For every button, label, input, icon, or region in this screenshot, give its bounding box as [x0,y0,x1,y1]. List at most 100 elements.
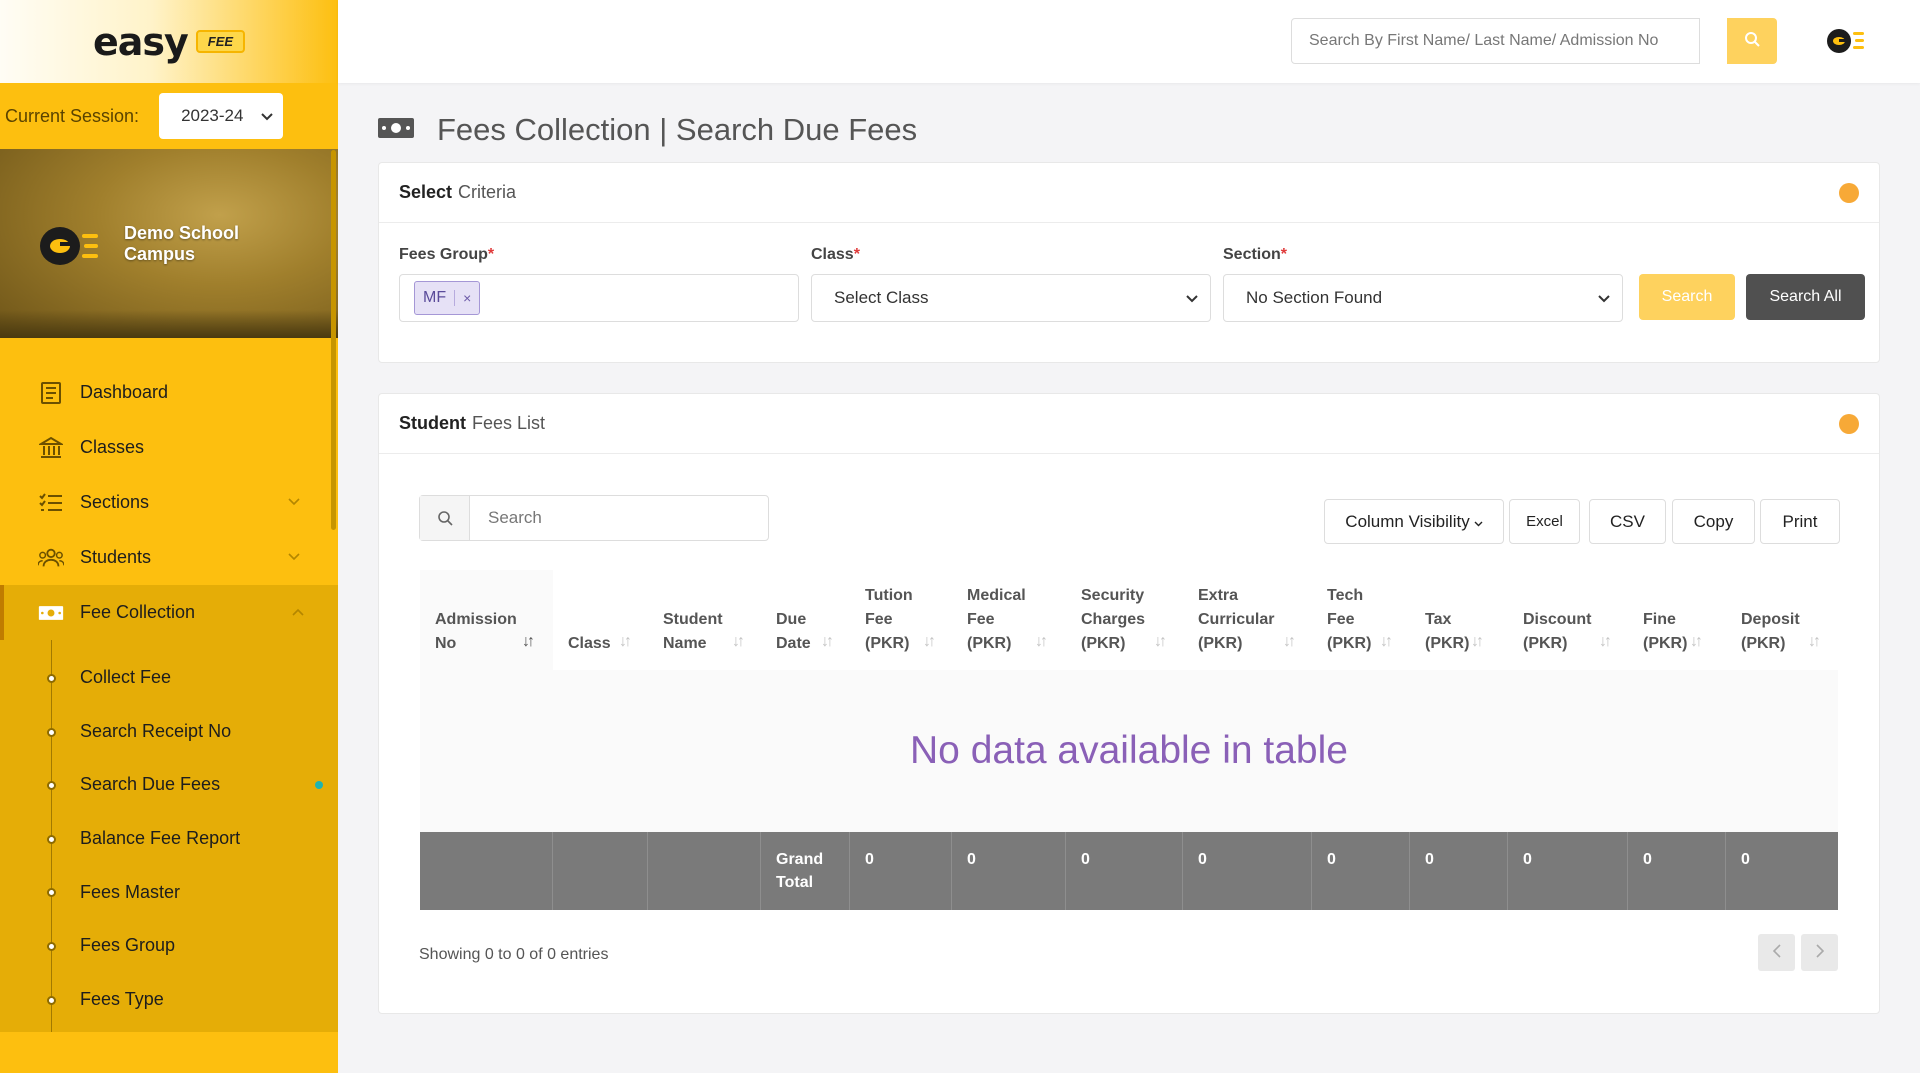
column-header-tution-fee[interactable]: Tution Fee (PKR) ↓↑ [850,570,952,670]
empty-table-message: No data available in table [420,670,1838,832]
sidebar-subitem-label: Fees Type [80,988,164,1009]
bullet-icon [47,781,56,791]
top-search-button[interactable] [1727,18,1777,64]
sidebar-subitem-label: Balance Fee Report [80,828,241,849]
user-avatar-icon[interactable] [1826,24,1866,58]
sidebar-item-label: Students [80,547,152,567]
sidebar-subitem-balance-fee-report[interactable]: Balance Fee Report [0,812,338,866]
fees-group-tag: MF × [414,281,481,315]
total-fine: 0 [1628,832,1726,910]
topbar: Search By First Name/ Last Name/ Admissi… [338,0,1920,83]
excel-button[interactable]: Excel [1509,499,1580,544]
sidebar-subitem-fees-type[interactable]: Fees Type [0,973,338,1027]
sidebar-item-fee-collection[interactable]: Fee Collection [0,585,338,640]
column-header-tech-fee[interactable]: Tech Fee (PKR) ↓↑ [1312,570,1410,670]
student-search-input[interactable]: Search By First Name/ Last Name/ Admissi… [1291,18,1700,64]
chevron-down-icon [288,495,300,509]
card-header: Student Fees List [379,394,1879,454]
sidebar-item-label: Classes [80,437,145,457]
column-visibility-button[interactable]: Column Visibility [1324,499,1504,544]
logo-text: easy [92,19,189,64]
dashboard-icon [38,380,64,406]
sidebar-subitem-fees-master[interactable]: Fees Master [0,865,338,919]
csv-button[interactable]: CSV [1589,499,1666,544]
previous-page-button[interactable] [1758,934,1795,971]
column-header-deposit[interactable]: Deposit (PKR) ↓↑ [1726,570,1838,670]
chevron-down-icon [288,550,300,564]
total-tax: 0 [1410,832,1508,910]
sidebar-subitem-fees-group[interactable]: Fees Group [0,919,338,973]
bullet-icon [47,834,56,844]
fees-group-multiselect[interactable]: MF × [399,274,799,322]
column-header-medical-fee[interactable]: Medical Fee (PKR) ↓↑ [952,570,1066,670]
sidebar-subitem-label: Search Receipt No [80,720,232,741]
sidebar-nav: Dashboard Classes Sections Students Fee … [0,338,338,1033]
copy-button[interactable]: Copy [1672,499,1755,544]
sort-icon: ↓↑ [821,633,834,650]
bullet-icon [47,727,56,737]
active-indicator [315,781,323,790]
sort-icon: ↓↑ [1380,633,1393,650]
column-header-tax[interactable]: Tax (PKR) ↓↑ [1410,570,1508,670]
page-title-text: Fees Collection | Search Due Fees [437,112,918,147]
class-select[interactable]: Select Class [811,274,1211,322]
chevron-down-icon [1186,288,1198,308]
class-label: Class* [811,246,860,263]
sidebar-item-classes[interactable]: Classes [0,420,338,475]
sidebar-subitem-collect-fee[interactable]: Collect Fee [0,651,338,705]
column-header-student-name[interactable]: Student Name ↓↑ [648,570,761,670]
session-row: Current Session: 2023-24 [0,83,338,149]
section-select[interactable]: No Section Found [1223,274,1623,322]
table-search-input[interactable]: Search [419,495,769,541]
sidebar-subitem-search-due-fees[interactable]: Search Due Fees [0,758,338,812]
bank-icon [38,435,64,461]
sort-icon: ↓↑ [732,633,745,650]
footer-cell [553,832,648,910]
column-header-extra-curricular[interactable]: Extra Curricular (PKR) ↓↑ [1183,570,1312,670]
print-button[interactable]: Print [1760,499,1840,544]
footer-cell [420,832,553,910]
chevron-down-icon [261,106,273,126]
sidebar-item-sections[interactable]: Sections [0,475,338,530]
total-medical-fee: 0 [952,832,1066,910]
chevron-down-icon [1474,512,1483,532]
column-header-fine[interactable]: Fine (PKR) ↓↑ [1628,570,1726,670]
sort-icon: ↓↑ [923,633,936,650]
sidebar-item-students[interactable]: Students [0,530,338,585]
column-header-discount[interactable]: Discount (PKR) ↓↑ [1508,570,1628,670]
column-header-class[interactable]: Class ↓↑ [553,570,648,670]
app-logo[interactable]: easy FEE [92,19,246,64]
page-title: Fees Collection | Search Due Fees [377,112,917,148]
grand-total-label: Grand Total [761,832,850,910]
select-criteria-card: Select Criteria [378,162,1880,363]
entries-info: Showing 0 to 0 of 0 entries [419,946,609,963]
logo-area: easy FEE [0,0,338,83]
sidebar-item-dashboard[interactable]: Dashboard [0,365,338,420]
collapse-toggle[interactable] [1839,182,1859,203]
sidebar-subitem-label: Search Due Fees [80,774,221,795]
money-icon [377,116,415,145]
search-all-button[interactable]: Search All [1746,274,1865,320]
column-header-admission-no[interactable]: Admission No ↓↑ [420,570,553,670]
session-value: 2023-24 [181,106,244,125]
search-button[interactable]: Search [1639,274,1735,320]
chevron-left-icon [1772,942,1781,963]
sidebar: easy FEE Current Session: 2023-24 Demo S… [0,0,338,1073]
sidebar-scrollbar[interactable] [331,150,336,530]
school-name: Demo School Campus [124,222,240,264]
close-icon[interactable]: × [454,290,479,306]
users-icon [38,545,64,571]
session-select[interactable]: 2023-24 [159,93,284,139]
sidebar-subitem-search-receipt[interactable]: Search Receipt No [0,705,338,759]
fee-collection-submenu: Collect Fee Search Receipt No Search Due… [0,640,338,1033]
sort-icon: ↓↑ [522,633,535,650]
table-footer: Grand Total 0 0 0 0 0 0 0 0 0 [420,832,1838,910]
collapse-toggle[interactable] [1839,413,1859,434]
sidebar-item-label: Sections [80,492,150,512]
bullet-icon [47,995,56,1005]
next-page-button[interactable] [1801,934,1838,971]
fees-group-label: Fees Group* [399,246,495,263]
column-header-security-charges[interactable]: Security Charges (PKR) ↓↑ [1066,570,1183,670]
column-header-due-date[interactable]: Due Date ↓↑ [761,570,850,670]
section-label: Section* [1223,246,1288,263]
